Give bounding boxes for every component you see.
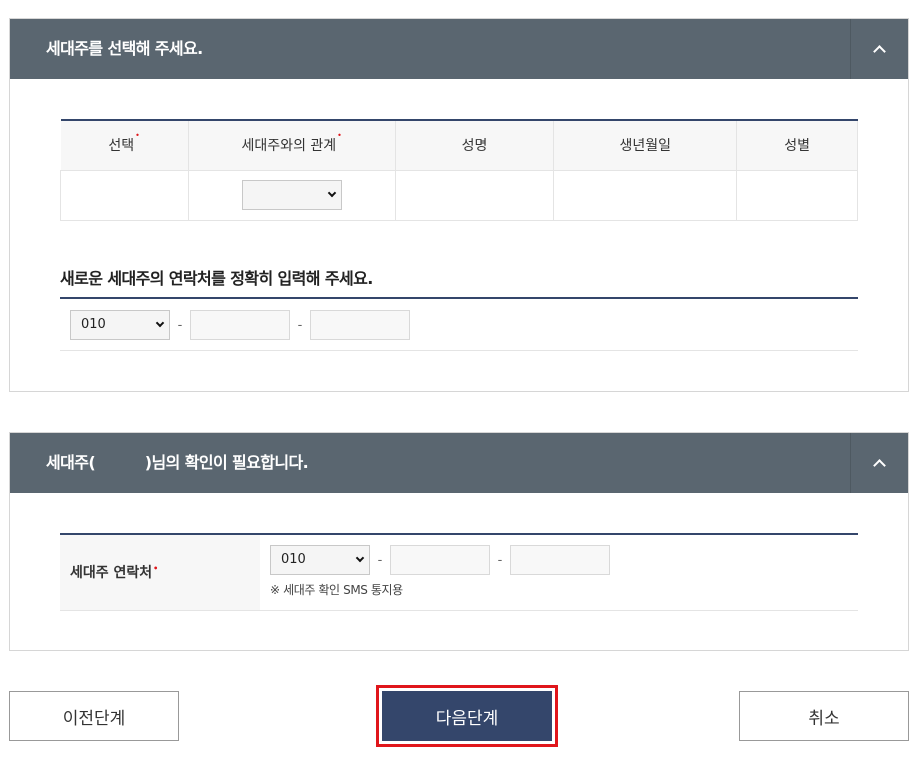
chevron-down-icon bbox=[327, 188, 336, 198]
col-header-select: 선택• bbox=[60, 120, 189, 171]
collapse-toggle-button[interactable] bbox=[850, 19, 908, 79]
dash-separator: - bbox=[377, 552, 383, 568]
dash-separator: - bbox=[297, 317, 303, 333]
collapse-toggle-button[interactable] bbox=[850, 433, 908, 493]
next-step-button[interactable]: 다음단계 bbox=[382, 691, 552, 741]
name-cell bbox=[395, 170, 555, 221]
new-head-phone-row: 010 - - bbox=[60, 297, 858, 351]
col-header-name: 성명 bbox=[395, 120, 555, 171]
chevron-up-icon bbox=[873, 459, 886, 472]
table-header-row: 선택• 세대주와의 관계• 성명 생년월일 성별 bbox=[60, 120, 858, 171]
phone-middle-input[interactable] bbox=[390, 545, 490, 575]
chevron-down-icon bbox=[355, 553, 365, 563]
select-cell bbox=[60, 170, 189, 221]
col-header-gender: 성별 bbox=[736, 120, 858, 171]
birthdate-cell bbox=[553, 170, 738, 221]
head-contact-label: 세대주 연락처• bbox=[60, 535, 260, 610]
chevron-up-icon bbox=[873, 45, 886, 58]
household-head-table: 선택• 세대주와의 관계• 성명 생년월일 성별 bbox=[60, 119, 858, 221]
gender-cell bbox=[736, 170, 858, 221]
required-marker: • bbox=[337, 131, 342, 141]
col-header-relation: 세대주와의 관계• bbox=[188, 120, 396, 171]
next-step-highlight: 다음단계 bbox=[376, 685, 558, 747]
panel-title: 세대주( )님의 확인이 필요합니다. bbox=[46, 453, 309, 472]
panel-header: 세대주를 선택해 주세요. bbox=[10, 19, 908, 79]
panel-title: 세대주를 선택해 주세요. bbox=[46, 39, 203, 58]
chevron-down-icon bbox=[155, 318, 165, 328]
phone-last-input[interactable] bbox=[510, 545, 610, 575]
cancel-button[interactable]: 취소 bbox=[739, 691, 909, 741]
dash-separator: - bbox=[497, 552, 503, 568]
head-confirm-panel: 세대주( )님의 확인이 필요합니다. 세대주 연락처• 010 - - ※ 세대… bbox=[9, 432, 909, 651]
head-contact-field: 010 - - ※ 세대주 확인 SMS 통지용 bbox=[270, 545, 610, 598]
head-contact-table: 세대주 연락처• 010 - - ※ 세대주 확인 SMS 통지용 bbox=[60, 533, 858, 611]
col-header-birthdate: 생년월일 bbox=[553, 120, 738, 171]
table-row bbox=[60, 170, 858, 221]
phone-last-input[interactable] bbox=[310, 310, 410, 340]
contact-heading: 새로운 세대주의 연락처를 정확히 입력해 주세요. bbox=[60, 269, 373, 288]
select-head-panel: 세대주를 선택해 주세요. 선택• 세대주와의 관계• 성명 생년월일 성별 새… bbox=[9, 18, 909, 392]
prev-step-button[interactable]: 이전단계 bbox=[9, 691, 179, 741]
required-marker: • bbox=[153, 564, 159, 573]
panel-header: 세대주( )님의 확인이 필요합니다. bbox=[10, 433, 908, 493]
relation-select[interactable] bbox=[241, 180, 342, 210]
relation-cell bbox=[188, 170, 396, 221]
sms-note: ※ 세대주 확인 SMS 통지용 bbox=[270, 583, 403, 597]
phone-middle-input[interactable] bbox=[190, 310, 290, 340]
dash-separator: - bbox=[177, 317, 183, 333]
phone-prefix-select[interactable]: 010 bbox=[270, 545, 370, 575]
phone-prefix-select[interactable]: 010 bbox=[70, 310, 170, 340]
required-marker: • bbox=[135, 131, 140, 141]
